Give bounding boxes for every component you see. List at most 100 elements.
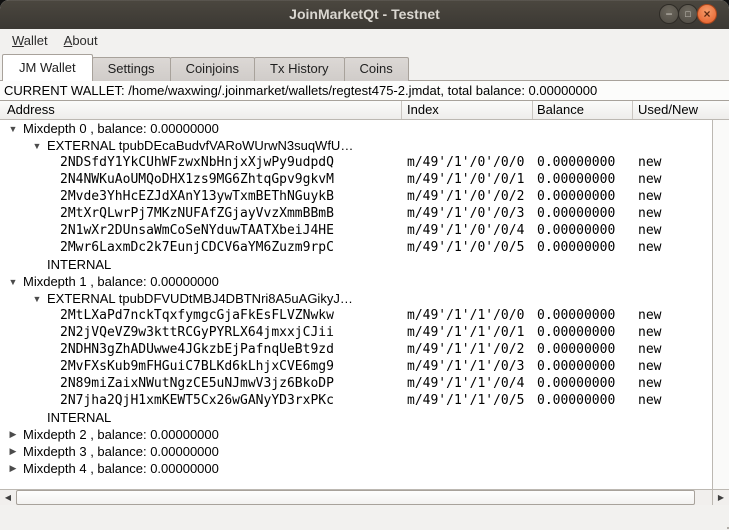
- maximize-button[interactable]: □: [678, 4, 698, 24]
- header-balance[interactable]: Balance: [533, 101, 633, 119]
- address-row[interactable]: 2NDHN3gZhADUwwe4JGkzbEjPafnqUeBt9zd m/49'…: [0, 341, 712, 358]
- minimize-button[interactable]: −: [659, 4, 679, 24]
- address-cell: 2N89miZaixNWutNgzCE5uNJmwV3jz6BkoDP: [60, 376, 334, 391]
- branch-row[interactable]: INTERNAL: [0, 409, 712, 426]
- tab-tx-history[interactable]: Tx History: [254, 57, 345, 81]
- collapsed-arrow-icon[interactable]: ▶: [3, 446, 23, 457]
- tab-settings[interactable]: Settings: [92, 57, 171, 81]
- address-row[interactable]: 2N4NWKuAoUMQoDHX1zs9MG6ZhtqGpv9gkvM m/49'…: [0, 171, 712, 188]
- expanded-arrow-icon[interactable]: ▼: [27, 294, 47, 304]
- status-cell: new: [633, 393, 712, 408]
- expanded-arrow-icon[interactable]: ▼: [27, 141, 47, 151]
- row-label: INTERNAL: [47, 257, 111, 272]
- address-row[interactable]: 2N2jVQeVZ9w3kttRCGyPYRLX64jmxxjCJii m/49'…: [0, 324, 712, 341]
- row-label: Mixdepth 3 , balance: 0.00000000: [23, 444, 219, 459]
- index-cell: m/49'/1'/0'/0/2: [402, 189, 533, 204]
- app-window: JoinMarketQt - Testnet − □ × Wallet Abou…: [0, 0, 729, 530]
- horizontal-scrollbar[interactable]: ◀ ▶: [0, 489, 729, 505]
- mixdepth-row[interactable]: ▼Mixdepth 1 , balance: 0.00000000: [0, 273, 712, 290]
- address-cell: 2N2jVQeVZ9w3kttRCGyPYRLX64jmxxjCJii: [60, 325, 334, 340]
- status-cell: new: [633, 359, 712, 374]
- balance-cell: 0.00000000: [533, 359, 633, 374]
- index-cell: m/49'/1'/0'/0/4: [402, 223, 533, 238]
- address-cell: 2MtLXaPd7nckTqxfymgcGjaFkEsFLVZNwkw: [60, 308, 334, 323]
- address-row[interactable]: 2Mwr6LaxmDc2k7EunjCDCV6aYM6Zuzm9rpCm/49'…: [0, 239, 712, 256]
- branch-row[interactable]: ▼EXTERNAL tpubDEcaBudvfVARoWUrwN3suqWfU…: [0, 137, 712, 154]
- row-label: INTERNAL: [47, 410, 111, 425]
- balance-cell: 0.00000000: [533, 325, 633, 340]
- branch-row[interactable]: INTERNAL: [0, 256, 712, 273]
- index-cell: m/49'/1'/0'/0/1: [402, 172, 533, 187]
- row-label: Mixdepth 2 , balance: 0.00000000: [23, 427, 219, 442]
- header-used-new[interactable]: Used/New: [633, 101, 729, 119]
- scrollbar-left-arrow-icon[interactable]: ◀: [0, 490, 16, 505]
- address-cell: 2MtXrQLwrPj7MKzNUFAfZGjayVvzXmmBBmB: [60, 206, 334, 221]
- expanded-arrow-icon[interactable]: ▼: [3, 124, 23, 134]
- window-title: JoinMarketQt - Testnet: [0, 0, 729, 29]
- collapsed-arrow-icon[interactable]: ▶: [3, 463, 23, 474]
- index-cell: m/49'/1'/1'/0/3: [402, 359, 533, 374]
- address-row[interactable]: 2MtXrQLwrPj7MKzNUFAfZGjayVvzXmmBBmB m/49'…: [0, 205, 712, 222]
- status-cell: new: [633, 223, 712, 238]
- balance-cell: 0.00000000: [533, 393, 633, 408]
- balance-cell: 0.00000000: [533, 376, 633, 391]
- close-button[interactable]: ×: [697, 4, 717, 24]
- row-label: EXTERNAL tpubDEcaBudvfVARoWUrwN3suqWfU…: [47, 138, 353, 153]
- balance-cell: 0.00000000: [533, 240, 633, 255]
- collapsed-arrow-icon[interactable]: ▶: [3, 429, 23, 440]
- address-row[interactable]: 2Mvde3YhHcEZJdXAnY13ywTxmBEThNGuykB m/49'…: [0, 188, 712, 205]
- tab-coins[interactable]: Coins: [344, 57, 409, 81]
- vertical-scrollbar-track[interactable]: [712, 120, 729, 489]
- address-cell: 2Mwr6LaxmDc2k7EunjCDCV6aYM6Zuzm9rpC: [60, 240, 334, 255]
- balance-cell: 0.00000000: [533, 223, 633, 238]
- menu-wallet[interactable]: Wallet: [8, 31, 52, 50]
- address-row[interactable]: 2NDSfdY1YkCUhWFzwxNbHnjxXjwPy9udpdQm/49'…: [0, 154, 712, 171]
- address-row[interactable]: 2N1wXr2DUnsaWmCoSeNYduwTAATXbeiJ4HE m/49'…: [0, 222, 712, 239]
- index-cell: m/49'/1'/1'/0/5: [402, 393, 533, 408]
- status-cell: new: [633, 240, 712, 255]
- balance-cell: 0.00000000: [533, 155, 633, 170]
- mixdepth-row[interactable]: ▶Mixdepth 3 , balance: 0.00000000: [0, 443, 712, 460]
- balance-cell: 0.00000000: [533, 342, 633, 357]
- branch-row[interactable]: ▼EXTERNAL tpubDFVUDtMBJ4DBTNri8A5uAGikyJ…: [0, 290, 712, 307]
- address-cell: 2MvFXsKub9mFHGuiC7BLKd6kLhjxCVE6mg9: [60, 359, 334, 374]
- status-cell: new: [633, 376, 712, 391]
- address-row[interactable]: 2MtLXaPd7nckTqxfymgcGjaFkEsFLVZNwkw m/49'…: [0, 307, 712, 324]
- mixdepth-row[interactable]: ▶Mixdepth 4 , balance: 0.00000000: [0, 460, 712, 477]
- header-address[interactable]: Address: [0, 101, 402, 119]
- tab-coinjoins[interactable]: Coinjoins: [170, 57, 255, 81]
- horizontal-scrollbar-thumb[interactable]: [16, 490, 695, 505]
- address-row[interactable]: 2N7jha2QjH1xmKEWT5Cx26wGANyYD3rxPKcm/49'…: [0, 392, 712, 409]
- status-cell: new: [633, 206, 712, 221]
- menu-bar: Wallet About: [0, 29, 729, 52]
- resize-grip-icon[interactable]: [723, 523, 725, 525]
- header-index[interactable]: Index: [402, 101, 533, 119]
- row-label: EXTERNAL tpubDFVUDtMBJ4DBTNri8A5uAGikyJ…: [47, 291, 353, 306]
- tab-jm-wallet[interactable]: JM Wallet: [2, 54, 93, 81]
- address-row[interactable]: 2N89miZaixNWutNgzCE5uNJmwV3jz6BkoDP m/49'…: [0, 375, 712, 392]
- tree-rows: ▼Mixdepth 0 , balance: 0.00000000▼EXTERN…: [0, 120, 712, 489]
- titlebar[interactable]: JoinMarketQt - Testnet − □ ×: [0, 0, 729, 29]
- index-cell: m/49'/1'/1'/0/2: [402, 342, 533, 357]
- minimize-icon: −: [665, 8, 672, 20]
- mixdepth-row[interactable]: ▶Mixdepth 2 , balance: 0.00000000: [0, 426, 712, 443]
- balance-cell: 0.00000000: [533, 172, 633, 187]
- status-cell: new: [633, 308, 712, 323]
- tree-header: Address Index Balance Used/New: [0, 101, 729, 120]
- status-cell: new: [633, 172, 712, 187]
- menu-about[interactable]: About: [60, 31, 102, 50]
- address-cell: 2N1wXr2DUnsaWmCoSeNYduwTAATXbeiJ4HE: [60, 223, 334, 238]
- scrollbar-right-arrow-icon[interactable]: ▶: [712, 490, 729, 505]
- index-cell: m/49'/1'/1'/0/1: [402, 325, 533, 340]
- address-cell: 2NDHN3gZhADUwwe4JGkzbEjPafnqUeBt9zd: [60, 342, 334, 357]
- address-row[interactable]: 2MvFXsKub9mFHGuiC7BLKd6kLhjxCVE6mg9 m/49'…: [0, 358, 712, 375]
- index-cell: m/49'/1'/0'/0/3: [402, 206, 533, 221]
- expanded-arrow-icon[interactable]: ▼: [3, 277, 23, 287]
- balance-cell: 0.00000000: [533, 189, 633, 204]
- address-cell: 2N4NWKuAoUMQoDHX1zs9MG6ZhtqGpv9gkvM: [60, 172, 334, 187]
- index-cell: m/49'/1'/1'/0/4: [402, 376, 533, 391]
- mixdepth-row[interactable]: ▼Mixdepth 0 , balance: 0.00000000: [0, 120, 712, 137]
- index-cell: m/49'/1'/1'/0/0: [402, 308, 533, 323]
- address-cell: 2Mvde3YhHcEZJdXAnY13ywTxmBEThNGuykB: [60, 189, 334, 204]
- horizontal-scrollbar-track[interactable]: [16, 490, 712, 505]
